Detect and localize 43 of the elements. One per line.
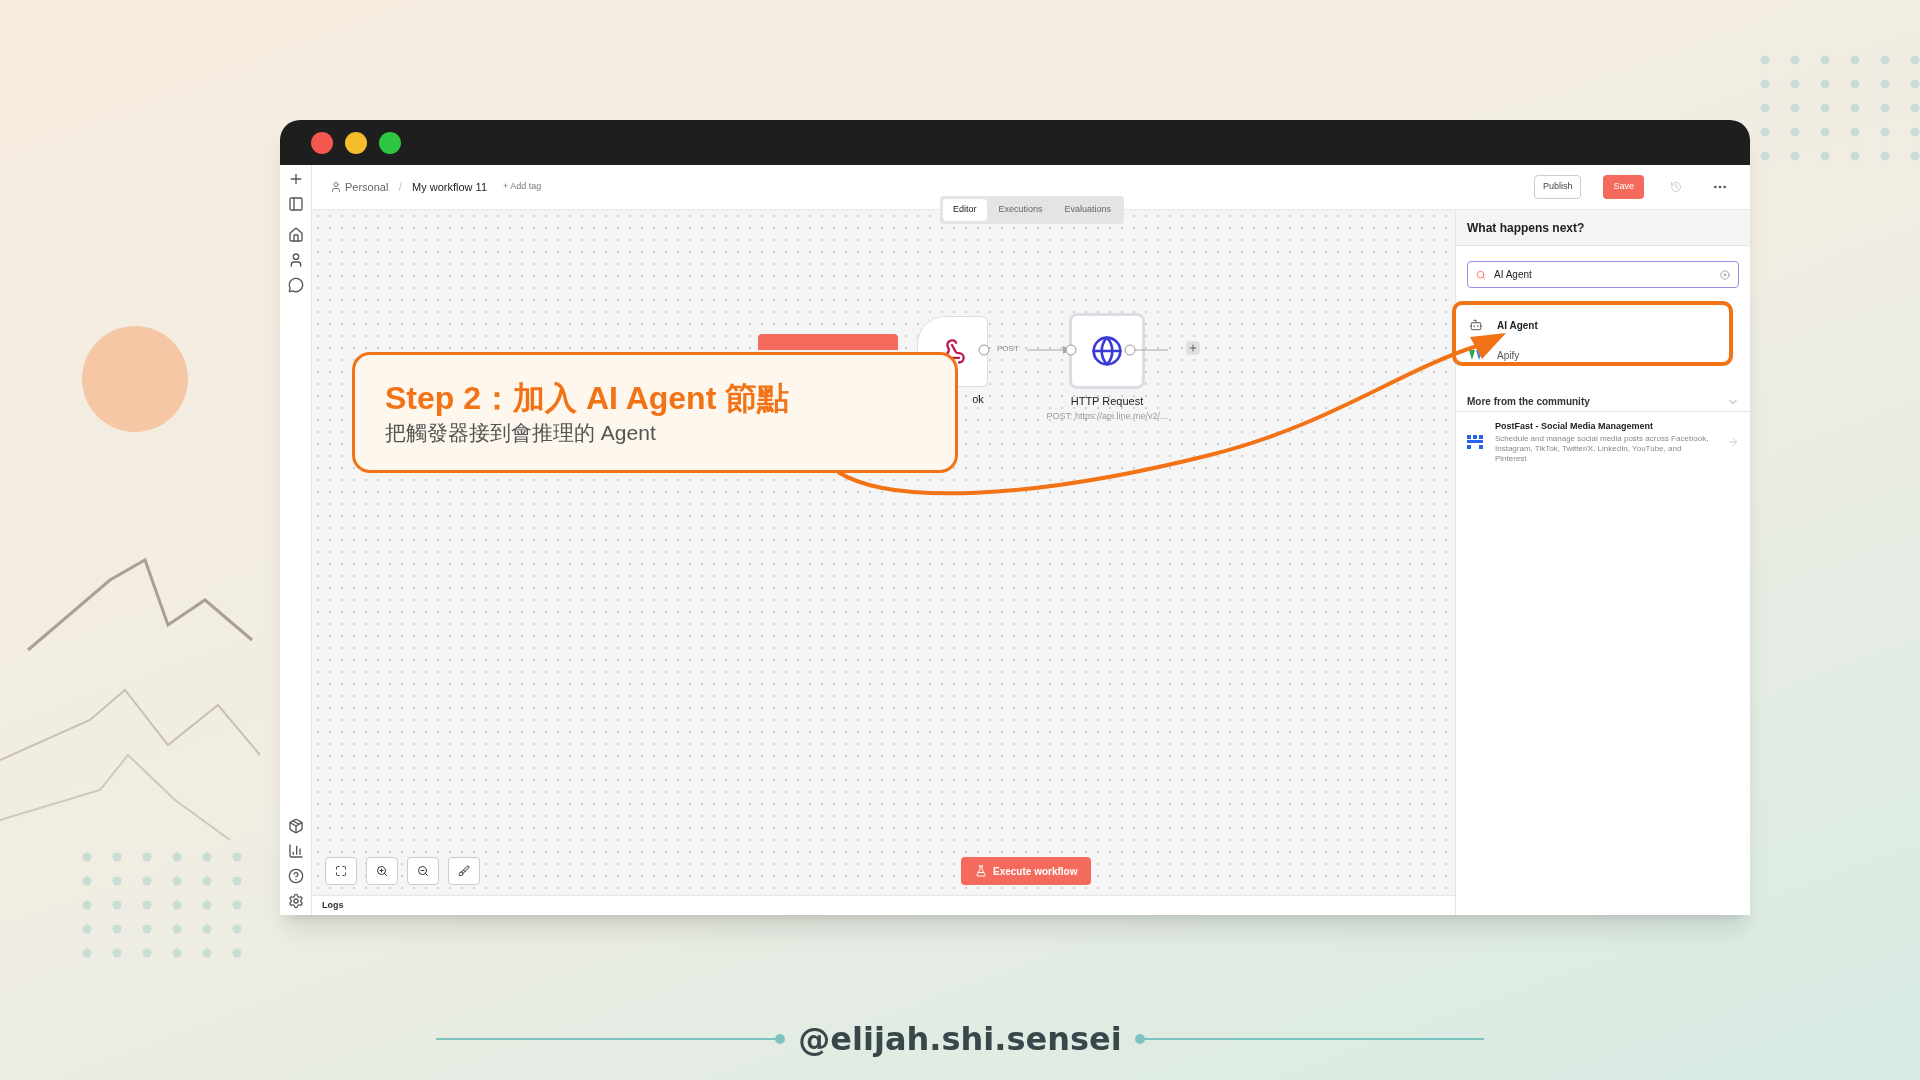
chat-icon[interactable] [287, 277, 304, 293]
add-node-icon[interactable] [1186, 341, 1200, 355]
zoom-out-icon [417, 865, 429, 877]
brush-icon [458, 865, 470, 877]
view-tab[interactable]: Evaluations [1054, 199, 1122, 221]
zoom-in-button[interactable] [366, 857, 398, 885]
node-label: ok [972, 392, 984, 407]
settings-icon[interactable] [287, 893, 304, 909]
panel-header: What happens next? [1456, 210, 1750, 246]
connection-label: POST [997, 343, 1019, 355]
tidy-button[interactable] [448, 857, 480, 885]
robot-icon [1469, 318, 1483, 332]
breadcrumb-project[interactable]: Personal [345, 178, 389, 196]
breadcrumb-separator: / [398, 178, 403, 197]
expand-icon [335, 865, 347, 877]
search-icon [1476, 269, 1486, 280]
author-handle: @elijah.shi.sensei [797, 1019, 1123, 1060]
home-icon[interactable] [287, 227, 304, 243]
help-icon[interactable] [287, 868, 304, 884]
callout-card: Step 2：加入 AI Agent 節點 把觸發器接到會推理的 Agent [352, 352, 958, 473]
flask-icon [975, 865, 987, 877]
view-tab[interactable]: Editor [943, 199, 987, 221]
community-item[interactable]: PostFast - Social Media Management Schedule and manage social media posts across Facebook, Instagram, TikTok, Twitter/X, LinkedIn, YouTube, and Pinterest [1456, 412, 1750, 472]
search-field[interactable]: AI Agent [1467, 261, 1739, 288]
grid-icon [1467, 433, 1483, 450]
logs-bar[interactable]: Logs [312, 895, 1455, 915]
view-tab[interactable]: Executions [988, 199, 1053, 221]
publish-button[interactable]: Publish [1533, 175, 1582, 199]
zoom-out-button[interactable] [407, 857, 439, 885]
result-item[interactable]: AI Agent [1456, 310, 1750, 340]
community-header[interactable]: More from the community [1456, 392, 1750, 412]
workflow-node[interactable] [1069, 313, 1145, 389]
panel-icon[interactable] [287, 196, 304, 212]
chart-icon[interactable] [287, 843, 304, 859]
arrow-right-icon [1727, 435, 1739, 448]
package-icon[interactable] [287, 818, 304, 834]
node-label: HTTP Request [1070, 394, 1144, 409]
workflow-name[interactable]: My workflow 11 [412, 178, 488, 196]
zoom-in-icon [376, 865, 388, 877]
user-icon [330, 181, 342, 193]
globe-icon [1091, 335, 1123, 367]
add-tag-link[interactable]: + Add tag [503, 180, 542, 194]
node-subtitle: POST: https://api.line.me/v2/... [1046, 409, 1168, 423]
